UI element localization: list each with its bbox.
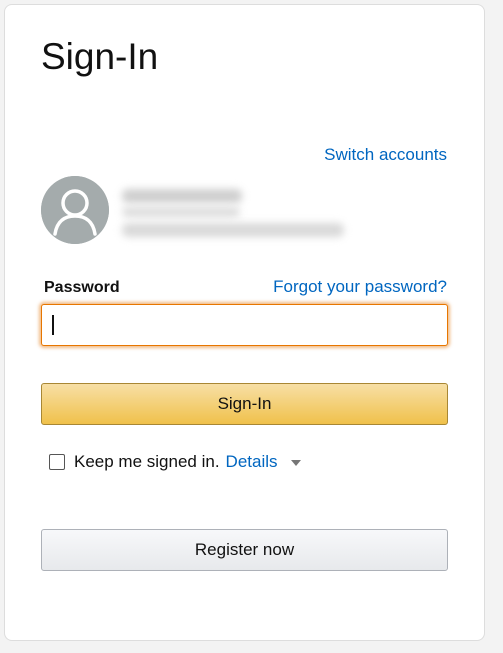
keep-signed-in-checkbox[interactable] — [49, 454, 65, 470]
password-input[interactable] — [41, 304, 448, 346]
forgot-password-link[interactable]: Forgot your password? — [273, 277, 447, 297]
password-label: Password — [44, 279, 120, 296]
sign-in-button[interactable]: Sign-In — [41, 383, 448, 425]
text-cursor — [52, 315, 54, 335]
sign-in-page: Sign-In Switch accounts Password Forgot … — [0, 0, 503, 653]
switch-accounts-link[interactable]: Switch accounts — [324, 145, 447, 165]
keep-signed-in-label[interactable]: Keep me signed in. — [74, 452, 220, 472]
register-now-button[interactable]: Register now — [41, 529, 448, 571]
redacted-name — [122, 189, 242, 203]
keep-signed-in-row: Keep me signed in. Details — [49, 451, 301, 473]
page-title: Sign-In — [41, 36, 159, 77]
details-link[interactable]: Details — [226, 452, 278, 472]
sign-in-card: Sign-In Switch accounts Password Forgot … — [4, 4, 485, 641]
caret-down-icon[interactable] — [290, 460, 301, 466]
redacted-name-extra — [122, 207, 240, 217]
redacted-email — [122, 223, 344, 237]
account-identity-redacted — [120, 185, 350, 245]
user-avatar-icon — [41, 176, 109, 244]
